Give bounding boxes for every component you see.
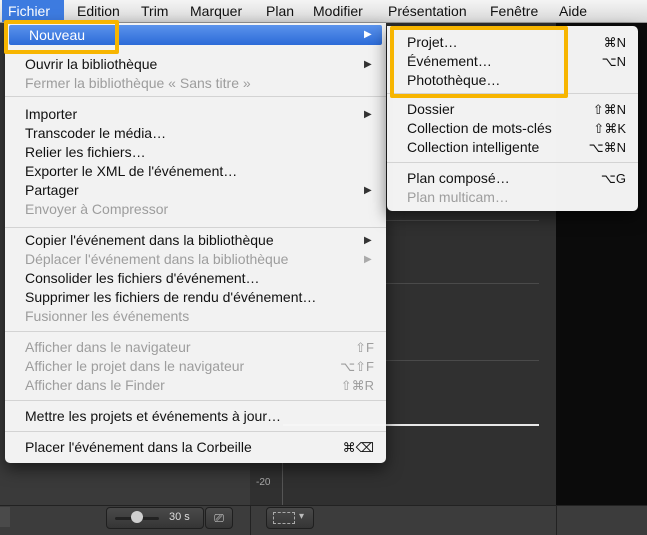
menu-item-envoyer-a-compressor: Envoyer à Compressor [5, 200, 386, 219]
menu-separator [5, 431, 386, 432]
menubar-item-aide[interactable]: Aide [559, 0, 587, 22]
submenu-arrow-icon: ▶ [364, 254, 372, 265]
filmstrip-icon: ⎚ [214, 511, 224, 525]
menu-item-label: Afficher dans le Finder [25, 377, 165, 393]
menu-item-mettre-les-projets-et-evenements-a-jour[interactable]: Mettre les projets et événements à jour… [5, 407, 386, 426]
menu-item-importer[interactable]: Importer ▶ [5, 105, 386, 124]
menu-item-fermer-la-bibliotheque-sans-titre: Fermer la bibliothèque « Sans titre » [5, 74, 386, 93]
menu-item-label: Transcoder le média… [25, 125, 167, 141]
submenu-item-collection-intelligente[interactable]: Collection intelligente ⌥⌘N [387, 138, 638, 157]
toolbar-button[interactable] [0, 507, 10, 527]
submenu-item-plan-multicam: Plan multicam… [387, 188, 638, 207]
menubar-item-modifier[interactable]: Modifier [313, 0, 363, 22]
menu-item-ouvrir-la-bibliotheque[interactable]: Ouvrir la bibliothèque ▶ [5, 55, 386, 74]
menu-separator [5, 400, 386, 401]
menu-separator [5, 96, 386, 97]
zoom-duration-label: 30 s [169, 511, 190, 523]
menubar-item-marquer[interactable]: Marquer [190, 0, 242, 22]
clip-appearance-icon [273, 512, 295, 524]
menu-item-label: Placer l'événement dans la Corbeille [25, 439, 252, 455]
submenu-arrow-icon: ▶ [364, 235, 372, 246]
menu-item-fusionner-les-evenements: Fusionner les événements [5, 307, 386, 326]
menu-item-afficher-dans-le-finder: Afficher dans le Finder ⇧⌘R [5, 376, 386, 395]
menu-item-label: Collection intelligente [407, 139, 540, 155]
menubar-item-presentation[interactable]: Présentation [388, 0, 467, 22]
menu-item-partager[interactable]: Partager ▶ [5, 181, 386, 200]
menu-item-label: Fermer la bibliothèque « Sans titre » [25, 75, 251, 91]
menu-item-label: Mettre les projets et événements à jour… [25, 408, 282, 424]
menu-item-label: Afficher le projet dans le navigateur [25, 358, 245, 374]
menu-separator [387, 162, 638, 163]
menubar-item-fenetre[interactable]: Fenêtre [490, 0, 538, 22]
clip-zoom-control[interactable]: 30 s [106, 507, 204, 529]
menu-item-label: Déplacer l'événement dans la bibliothèqu… [25, 251, 289, 267]
filmstrip-button[interactable]: ⎚ [205, 507, 233, 529]
shortcut-label: ⌥⇧F [340, 359, 374, 374]
menu-item-label: Supprimer les fichiers de rendu d'événem… [25, 289, 317, 305]
menu-item-label: Copier l'événement dans la bibliothèque [25, 232, 274, 248]
callout-nouveau [4, 20, 119, 54]
menu-item-consolider-les-fichiers-d-evenement[interactable]: Consolider les fichiers d'événement… [5, 269, 386, 288]
menu-item-relier-les-fichiers[interactable]: Relier les fichiers… [5, 143, 386, 162]
submenu-arrow-icon: ▶ [364, 185, 372, 196]
submenu-item-collection-de-mots-cles[interactable]: Collection de mots-clés ⇧⌘K [387, 119, 638, 138]
submenu-arrow-icon: ▶ [364, 109, 372, 120]
menu-item-copier-l-evenement-dans-la-bibliotheque[interactable]: Copier l'événement dans la bibliothèque ▶ [5, 231, 386, 250]
callout-new-items [390, 26, 568, 98]
shortcut-label: ⌥G [600, 171, 626, 186]
menu-separator [5, 331, 386, 332]
menu-item-label: Plan multicam… [407, 189, 509, 205]
shortcut-label: ⌘⌫ [342, 440, 374, 455]
menu-item-label: Consolider les fichiers d'événement… [25, 270, 260, 286]
clip-appearance-button[interactable]: ▾ [266, 507, 314, 529]
bottom-toolbar [0, 505, 647, 535]
shortcut-label: ⌥⌘N [588, 140, 626, 155]
menu-item-afficher-dans-le-navigateur: Afficher dans le navigateur ⇧F [5, 338, 386, 357]
menu-item-afficher-le-projet-dans-le-navigateur: Afficher le projet dans le navigateur ⌥⇧F [5, 357, 386, 376]
menu-item-label: Collection de mots-clés [407, 120, 552, 136]
menubar-item-fichier[interactable]: Fichier [2, 0, 64, 22]
axis-label: -20 [256, 477, 271, 488]
zoom-slider-knob[interactable] [131, 511, 143, 523]
menubar-item-plan[interactable]: Plan [266, 0, 294, 22]
shortcut-label: ⌥N [601, 54, 626, 69]
menu-item-label: Afficher dans le navigateur [25, 339, 191, 355]
shortcut-label: ⇧⌘N [592, 102, 626, 117]
shortcut-label: ⇧F [355, 340, 374, 355]
menu-item-transcoder-le-media[interactable]: Transcoder le média… [5, 124, 386, 143]
submenu-item-plan-compose[interactable]: Plan composé… ⌥G [387, 169, 638, 188]
menu-item-label: Ouvrir la bibliothèque [25, 56, 158, 72]
menu-item-exporter-le-xml-de-l-evenement[interactable]: Exporter le XML de l'événement… [5, 162, 386, 181]
menu-item-label: Fusionner les événements [25, 308, 190, 324]
menu-item-label: Plan composé… [407, 170, 510, 186]
menu-item-deplacer-l-evenement-dans-la-bibliotheque: Déplacer l'événement dans la bibliothèqu… [5, 250, 386, 269]
menu-separator [5, 227, 386, 228]
menu-item-label: Exporter le XML de l'événement… [25, 163, 238, 179]
chevron-down-icon: ▾ [299, 511, 305, 522]
menu-item-placer-l-evenement-dans-la-corbeille[interactable]: Placer l'événement dans la Corbeille ⌘⌫ [5, 438, 386, 457]
menu-item-label: Importer [25, 106, 78, 122]
menu-item-supprimer-les-fichiers-de-rendu-d-evenement[interactable]: Supprimer les fichiers de rendu d'événem… [5, 288, 386, 307]
menu-item-label: Dossier [407, 101, 455, 117]
submenu-arrow-icon: ▶ [364, 29, 372, 40]
shortcut-label: ⌘N [603, 35, 626, 50]
menubar-item-edition[interactable]: Edition [77, 0, 120, 22]
shortcut-label: ⇧⌘K [593, 121, 626, 136]
menu-item-label: Envoyer à Compressor [25, 201, 169, 217]
menu-item-label: Partager [25, 182, 79, 198]
submenu-arrow-icon: ▶ [364, 59, 372, 70]
submenu-item-dossier[interactable]: Dossier ⇧⌘N [387, 100, 638, 119]
menu-item-label: Relier les fichiers… [25, 144, 146, 160]
file-menu: Nouveau ▶ Ouvrir la bibliothèque ▶ Fermer … [5, 23, 386, 463]
menubar-item-trim[interactable]: Trim [141, 0, 168, 22]
shortcut-label: ⇧⌘R [340, 378, 374, 393]
